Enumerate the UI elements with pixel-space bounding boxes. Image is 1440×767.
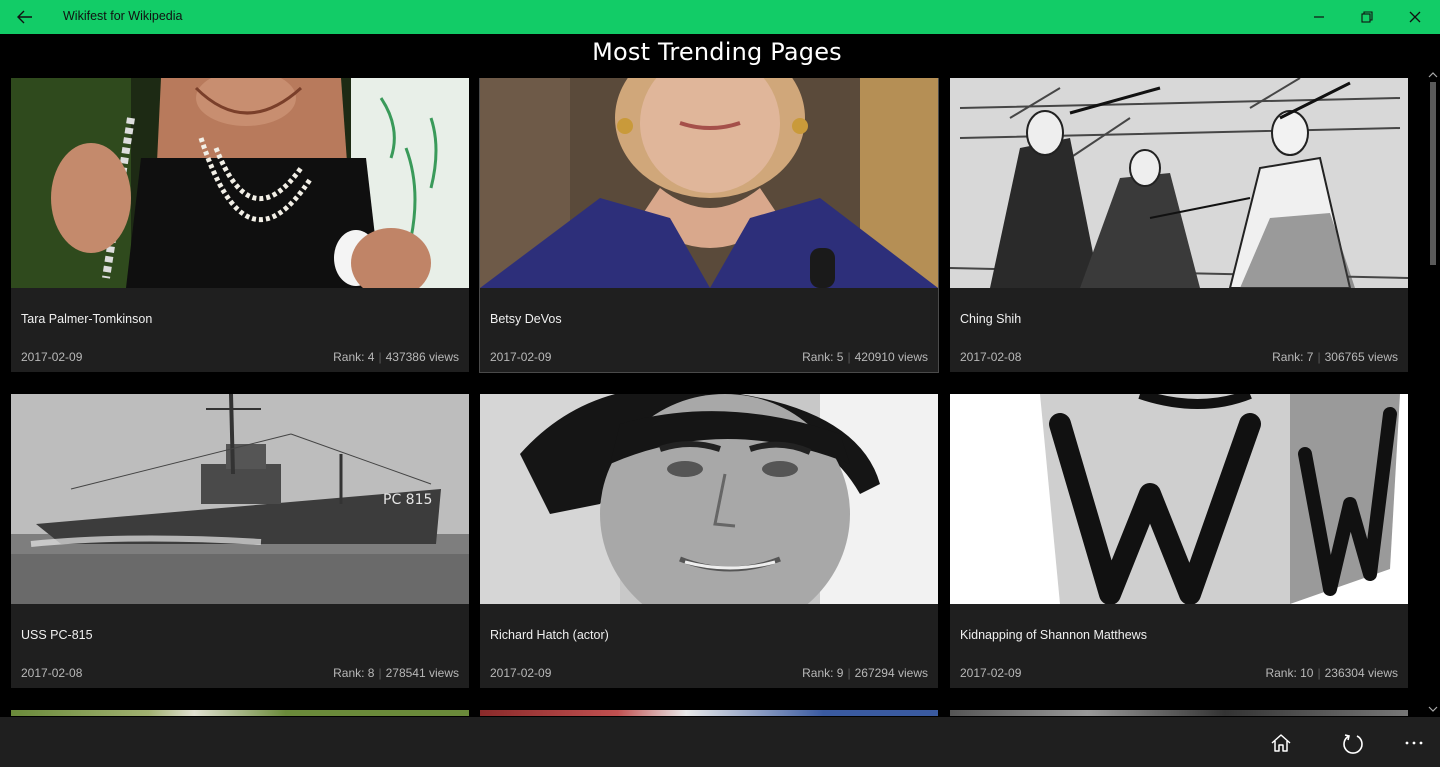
trending-card[interactable]: Betsy DeVos 2017-02-09 Rank: 5 | 420910 vi… — [479, 78, 939, 373]
views-label: views — [894, 666, 928, 680]
restore-icon — [1361, 11, 1373, 23]
card-stats: Rank: 7 | 306765 views — [1272, 350, 1398, 364]
trending-card-partial[interactable] — [11, 710, 469, 716]
card-date: 2017-02-09 — [21, 350, 83, 364]
card-thumbnail — [11, 710, 469, 716]
card-title: Tara Palmer-Tomkinson — [21, 312, 153, 326]
card-stats: Rank: 4 | 437386 views — [333, 350, 459, 364]
card-thumbnail — [480, 710, 938, 716]
rank-value: 8 — [367, 666, 375, 680]
scroll-down-icon[interactable] — [1428, 704, 1438, 714]
views-value: 267294 — [854, 666, 895, 680]
card-date: 2017-02-08 — [21, 666, 83, 680]
card-date: 2017-02-09 — [490, 350, 552, 364]
window-title: Wikifest for Wikipedia — [63, 9, 183, 23]
views-label: views — [894, 350, 928, 364]
restore-button[interactable] — [1344, 4, 1390, 30]
rank-value: 4 — [367, 350, 375, 364]
card-stats: Rank: 8 | 278541 views — [333, 666, 459, 680]
rank-value: 10 — [1300, 666, 1314, 680]
trending-card[interactable]: PC 815 USS PC-815 2017-02-08 Rank: 8 | 278… — [11, 394, 469, 688]
card-date: 2017-02-09 — [960, 666, 1022, 680]
card-title: USS PC-815 — [21, 628, 93, 642]
card-thumbnail — [950, 78, 1408, 288]
views-value: 420910 — [854, 350, 895, 364]
trending-grid: Tara Palmer-Tomkinson 2017-02-09 Rank: 4… — [0, 78, 1420, 716]
card-title: Richard Hatch (actor) — [490, 628, 609, 642]
trending-card[interactable]: Richard Hatch (actor) 2017-02-09 Rank: 9… — [480, 394, 938, 688]
rank-value: 5 — [836, 350, 844, 364]
rank-label: Rank: — [802, 666, 837, 680]
minimize-button[interactable] — [1296, 4, 1342, 30]
scrollbar-thumb[interactable] — [1430, 82, 1436, 265]
page-title: Most Trending Pages — [592, 38, 842, 66]
home-icon — [1271, 734, 1291, 752]
views-value: 437386 — [385, 350, 426, 364]
card-stats: Rank: 5 | 420910 views — [802, 350, 928, 364]
home-button[interactable] — [1264, 727, 1298, 759]
card-thumbnail — [950, 394, 1408, 604]
views-label: views — [1364, 350, 1398, 364]
card-title: Betsy DeVos — [490, 312, 562, 326]
trending-card[interactable]: Ching Shih 2017-02-08 Rank: 7 | 306765 vie… — [950, 78, 1408, 372]
trending-card[interactable]: Kidnapping of Shannon Matthews 2017-02-0… — [950, 394, 1408, 688]
card-thumbnail — [480, 78, 938, 288]
rank-value: 9 — [836, 666, 844, 680]
title-bar: Wikifest for Wikipedia — [0, 0, 1440, 34]
card-thumbnail — [950, 710, 1408, 716]
refresh-icon — [1343, 734, 1363, 754]
card-thumbnail — [480, 394, 938, 604]
views-label: views — [425, 666, 459, 680]
card-stats: Rank: 10 | 236304 views — [1265, 666, 1398, 680]
card-date: 2017-02-08 — [960, 350, 1022, 364]
arrow-left-icon — [17, 10, 32, 24]
views-label: views — [1364, 666, 1398, 680]
rank-label: Rank: — [802, 350, 837, 364]
rank-value: 7 — [1306, 350, 1314, 364]
trending-card-partial[interactable] — [480, 710, 938, 716]
rank-label: Rank: — [333, 350, 368, 364]
views-value: 278541 — [385, 666, 426, 680]
card-title: Ching Shih — [960, 312, 1022, 326]
trending-card-partial[interactable] — [950, 710, 1408, 716]
close-icon — [1409, 11, 1421, 23]
more-button[interactable] — [1397, 727, 1431, 759]
card-thumbnail — [11, 78, 469, 288]
minimize-icon — [1314, 16, 1324, 18]
svg-text:PC 815: PC 815 — [383, 492, 432, 508]
back-button[interactable] — [10, 4, 40, 30]
scroll-up-icon[interactable] — [1428, 70, 1438, 80]
refresh-button[interactable] — [1336, 727, 1370, 759]
vertical-scrollbar[interactable] — [1426, 68, 1440, 718]
rank-label: Rank: — [1265, 666, 1301, 680]
rank-label: Rank: — [333, 666, 368, 680]
views-value: 306765 — [1324, 350, 1365, 364]
more-icon — [1405, 741, 1423, 745]
card-thumbnail: PC 815 — [11, 394, 469, 604]
views-label: views — [425, 350, 459, 364]
card-title: Kidnapping of Shannon Matthews — [960, 628, 1147, 642]
bottom-app-bar — [0, 717, 1440, 767]
rank-label: Rank: — [1272, 350, 1307, 364]
card-date: 2017-02-09 — [490, 666, 552, 680]
close-button[interactable] — [1392, 4, 1438, 30]
card-stats: Rank: 9 | 267294 views — [802, 666, 928, 680]
views-value: 236304 — [1324, 666, 1365, 680]
trending-card[interactable]: Tara Palmer-Tomkinson 2017-02-09 Rank: 4… — [11, 78, 469, 372]
